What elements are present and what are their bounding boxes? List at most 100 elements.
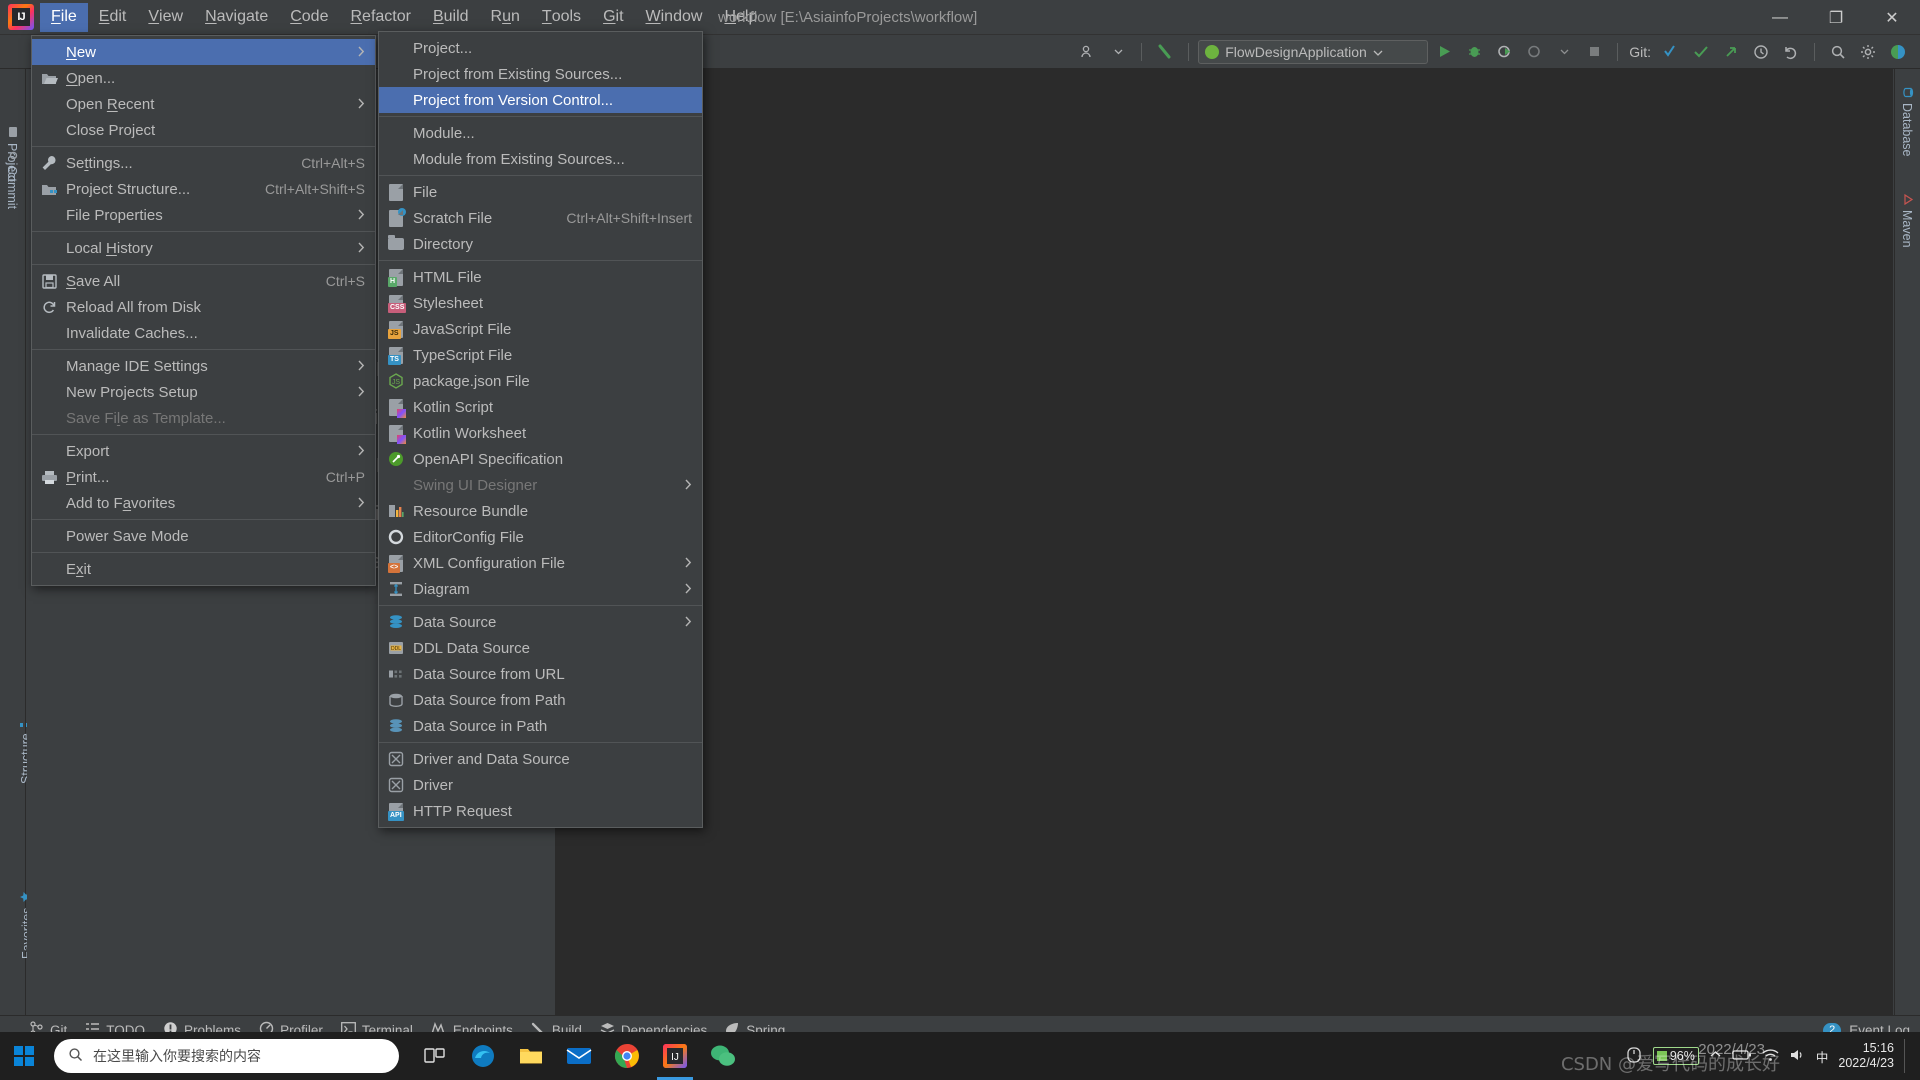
close-button[interactable]: ✕ (1864, 0, 1920, 35)
sidebar-item-maven[interactable]: Maven (1900, 193, 1914, 248)
touchpad-icon[interactable] (1625, 1046, 1643, 1067)
new-submenu-item-http-request[interactable]: API HTTP Request (379, 798, 702, 824)
edge-icon[interactable] (461, 1032, 505, 1080)
taskbar-search-input[interactable]: 在这里输入你要搜索的内容 (54, 1039, 399, 1073)
file-menu-item-file-properties[interactable]: File Properties (32, 202, 375, 228)
new-submenu-item-driver[interactable]: Driver (379, 772, 702, 798)
new-submenu-item-editorconfig-file[interactable]: EditorConfig File (379, 524, 702, 550)
menubar-item-tools[interactable]: Tools (531, 3, 592, 32)
undo-icon[interactable] (1777, 39, 1805, 65)
file-menu-item-manage-ide-settings[interactable]: Manage IDE Settings (32, 353, 375, 379)
git-update-icon[interactable] (1657, 39, 1685, 65)
file-menu-item-print[interactable]: Print... Ctrl+P (32, 464, 375, 490)
new-submenu-item-kotlin-script[interactable]: Kotlin Script (379, 394, 702, 420)
minimize-button[interactable]: — (1752, 0, 1808, 35)
new-submenu-item-file[interactable]: File (379, 179, 702, 205)
chrome-icon[interactable] (605, 1032, 649, 1080)
new-submenu-item-project-from-existing-sources[interactable]: Project from Existing Sources... (379, 61, 702, 87)
new-submenu-item-scratch-file[interactable]: Scratch File Ctrl+Alt+Shift+Insert (379, 205, 702, 231)
menubar-item-refactor[interactable]: Refactor (339, 3, 421, 32)
volume-icon[interactable] (1789, 1048, 1806, 1065)
menubar-item-code[interactable]: Code (279, 3, 339, 32)
intellij-idea-icon[interactable]: IJ (653, 1032, 697, 1080)
menubar-item-build[interactable]: Build (422, 3, 480, 32)
new-submenu-item-javascript-file[interactable]: JS JavaScript File (379, 316, 702, 342)
stop-icon[interactable] (1580, 39, 1608, 65)
menubar-item-view[interactable]: View (137, 3, 194, 32)
title-bar: IJ File Edit View Navigate Code Refactor Build… (0, 0, 1920, 35)
start-button[interactable] (0, 1032, 48, 1080)
new-submenu-item-project[interactable]: Project... (379, 35, 702, 61)
new-submenu-item-project-from-version-control[interactable]: Project from Version Control... (379, 87, 702, 113)
file-menu-item-invalidate-caches[interactable]: Invalidate Caches... (32, 320, 375, 346)
ime-indicator[interactable]: 中 (1816, 1047, 1829, 1066)
file-menu-item-reload-all-from-disk[interactable]: Reload All from Disk (32, 294, 375, 320)
file-menu-item-new-projects-setup[interactable]: New Projects Setup (32, 379, 375, 405)
file-menu-item-open[interactable]: Open... (32, 65, 375, 91)
menubar-item-navigate[interactable]: Navigate (194, 3, 279, 32)
mail-icon[interactable] (557, 1032, 601, 1080)
new-submenu-item-data-source-in-path[interactable]: Data Source in Path (379, 713, 702, 739)
new-submenu-item-module[interactable]: Module... (379, 120, 702, 146)
file-menu-item-settings[interactable]: Settings... Ctrl+Alt+S (32, 150, 375, 176)
maximize-button[interactable]: ❐ (1808, 0, 1864, 35)
history-icon[interactable] (1747, 39, 1775, 65)
file-menu-item-close-project[interactable]: Close Project (32, 117, 375, 143)
git-commit-icon[interactable] (1687, 39, 1715, 65)
file-menu-item-project-structure[interactable]: Project Structure... Ctrl+Alt+Shift+S (32, 176, 375, 202)
new-submenu-item-directory[interactable]: Directory (379, 231, 702, 257)
show-desktop-button[interactable] (1904, 1039, 1910, 1073)
debug-icon[interactable] (1460, 39, 1488, 65)
new-submenu-item-driver-and-data-source[interactable]: Driver and Data Source (379, 746, 702, 772)
menubar-item-git[interactable]: Git (592, 3, 634, 32)
chevron-down-icon[interactable] (1550, 39, 1578, 65)
settings-gear-icon[interactable] (1854, 39, 1882, 65)
new-submenu-item-label: Kotlin Worksheet (413, 424, 527, 442)
file-explorer-icon[interactable] (509, 1032, 553, 1080)
sidebar-item-database[interactable]: Database (1900, 87, 1914, 157)
file-menu-item-exit[interactable]: Exit (32, 556, 375, 582)
chevron-right-icon (684, 582, 692, 597)
new-submenu-item-typescript-file[interactable]: TS TypeScript File (379, 342, 702, 368)
new-submenu-item-stylesheet[interactable]: CSS Stylesheet (379, 290, 702, 316)
search-icon[interactable] (1824, 39, 1852, 65)
git-push-icon[interactable] (1717, 39, 1745, 65)
new-submenu-item-package-json-file[interactable]: JS package.json File (379, 368, 702, 394)
file-menu-item-save-all[interactable]: Save All Ctrl+S (32, 268, 375, 294)
file-menu-item-power-save-mode[interactable]: Power Save Mode (32, 523, 375, 549)
new-submenu-popup: Project... Project from Existing Sources.… (378, 31, 703, 828)
new-submenu-item-resource-bundle[interactable]: Resource Bundle (379, 498, 702, 524)
menubar-item-file[interactable]: File (40, 2, 88, 32)
task-view-icon[interactable] (413, 1032, 457, 1080)
sidebar-item-commit[interactable]: Commit (5, 150, 19, 209)
new-submenu-item-xml-configuration-file[interactable]: <> XML Configuration File (379, 550, 702, 576)
menubar-item-window[interactable]: Window (635, 3, 714, 32)
new-submenu-item-ddl-data-source[interactable]: DDL DDL Data Source (379, 635, 702, 661)
new-submenu-item-openapi-specification[interactable]: OpenAPI Specification (379, 446, 702, 472)
file-menu-item-new[interactable]: New (32, 39, 375, 65)
new-submenu-item-data-source-from-url[interactable]: Data Source from URL (379, 661, 702, 687)
ide-features-trainer-icon[interactable] (1884, 39, 1912, 65)
file-menu-item-export[interactable]: Export (32, 438, 375, 464)
taskbar-clock[interactable]: 15:16 2022/4/23 (1838, 1041, 1894, 1071)
new-submenu-item-data-source[interactable]: Data Source (379, 609, 702, 635)
profile-icon[interactable] (1520, 39, 1548, 65)
file-menu-item-open-recent[interactable]: Open Recent (32, 91, 375, 117)
build-hammer-icon[interactable] (1151, 39, 1179, 65)
menubar-item-run[interactable]: Run (480, 3, 531, 32)
run-configuration-selector[interactable]: FlowDesignApplication (1198, 39, 1429, 64)
file-menu-item-local-history[interactable]: Local History (32, 235, 375, 261)
battery-status[interactable]: 96% (1652, 1047, 1699, 1065)
run-icon[interactable] (1430, 39, 1458, 65)
new-submenu-item-diagram[interactable]: Diagram (379, 576, 702, 602)
new-submenu-item-kotlin-worksheet[interactable]: Kotlin Worksheet (379, 420, 702, 446)
chevron-down-icon[interactable] (1104, 39, 1132, 65)
file-menu-item-add-to-favorites[interactable]: Add to Favorites (32, 490, 375, 516)
new-submenu-item-data-source-from-path[interactable]: Data Source from Path (379, 687, 702, 713)
wechat-icon[interactable] (701, 1032, 745, 1080)
new-submenu-item-module-from-existing-sources[interactable]: Module from Existing Sources... (379, 146, 702, 172)
new-submenu-item-html-file[interactable]: H HTML File (379, 264, 702, 290)
menubar-item-edit[interactable]: Edit (88, 3, 138, 32)
run-with-coverage-icon[interactable] (1490, 39, 1518, 65)
user-settings-icon[interactable] (1074, 39, 1102, 65)
